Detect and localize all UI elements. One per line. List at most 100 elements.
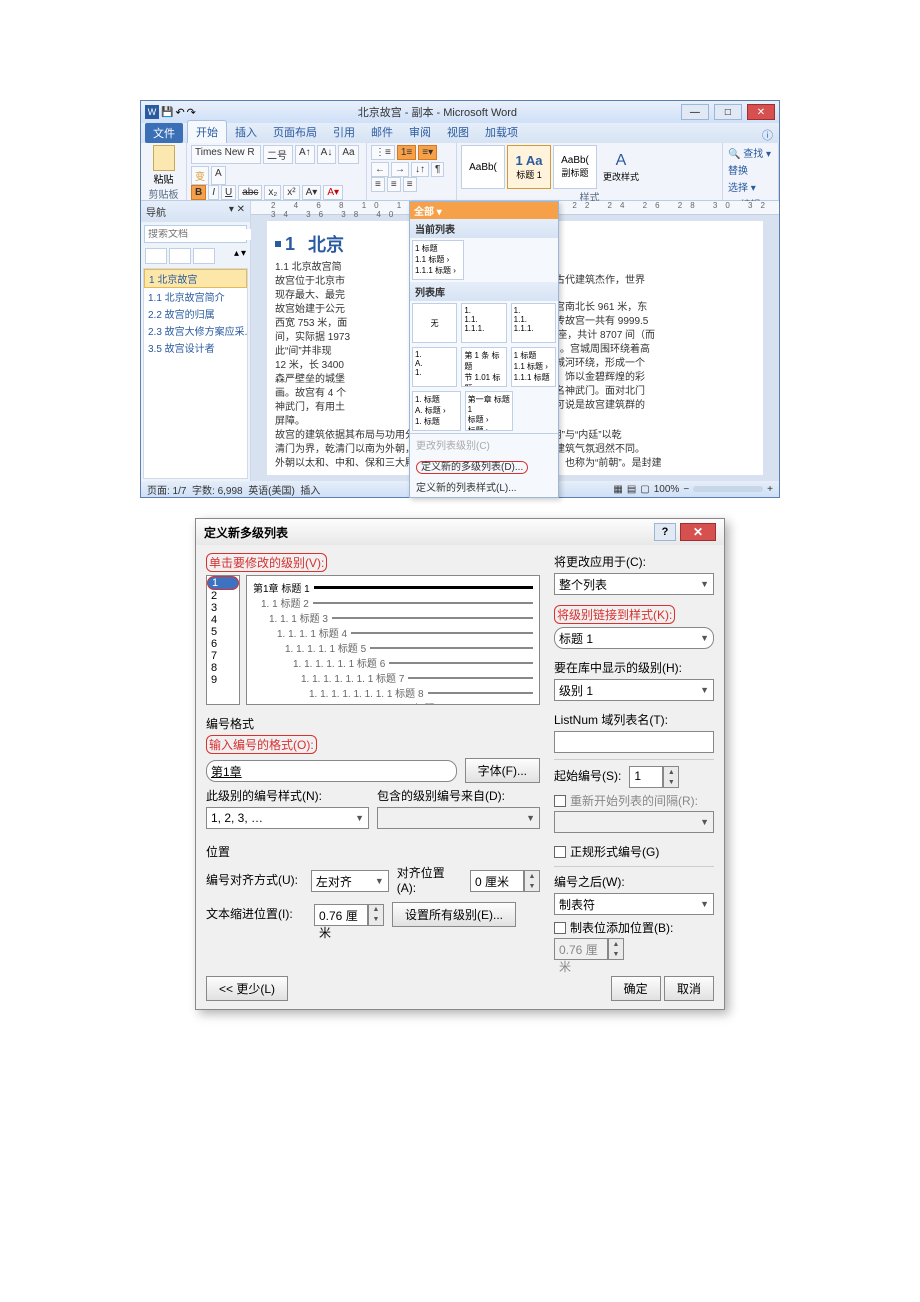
listnum-input[interactable] — [554, 731, 714, 753]
view-web-icon[interactable]: ▢ — [640, 484, 649, 495]
spin-up-icon[interactable]: ▲ — [525, 871, 539, 881]
view-read-icon[interactable]: ▤ — [627, 484, 636, 495]
nav-down-icon[interactable]: ▾ — [241, 248, 246, 264]
underline-button[interactable]: U — [221, 185, 236, 200]
tab-view[interactable]: 视图 — [439, 121, 477, 143]
zoom-slider[interactable] — [693, 486, 763, 492]
spin-down-icon[interactable]: ▼ — [664, 777, 678, 787]
dp-opt7[interactable]: 第一章 标题 1标题 ›标题 › — [465, 391, 514, 431]
dp-none[interactable]: 无 — [412, 303, 457, 343]
highlight-button[interactable]: A▾ — [302, 185, 322, 200]
zoom-value[interactable]: 100% — [654, 484, 680, 495]
dp-opt2[interactable]: 1.1.1.1.1.1. — [511, 303, 556, 343]
set-all-button[interactable]: 设置所有级别(E)... — [392, 902, 516, 927]
tab-home[interactable]: 开始 — [187, 120, 227, 143]
minimize-button[interactable]: — — [681, 104, 709, 120]
maximize-button[interactable]: □ — [714, 104, 742, 120]
tab-spinner[interactable]: 0.76 厘米 ▲▼ — [554, 938, 714, 960]
dp-define-style[interactable]: 定义新的列表样式(L)... — [410, 476, 558, 497]
nav-tab-headings[interactable] — [145, 248, 167, 264]
spin-down-icon[interactable]: ▼ — [525, 881, 539, 891]
font-button[interactable]: 字体(F)... — [465, 758, 540, 783]
nav-item-0[interactable]: 1 北京故宫 — [144, 269, 247, 288]
tab-mailings[interactable]: 邮件 — [363, 121, 401, 143]
include-select[interactable]: ▼ — [377, 807, 540, 829]
dp-opt4[interactable]: 第 1 条 标题节 1.01 标题 ›(a) 标题 › — [461, 347, 506, 387]
nav-item-3[interactable]: 2.3 故宫大修方案应采... — [144, 322, 247, 339]
indent-spinner[interactable]: 0.76 厘米 ▲▼ — [314, 904, 384, 926]
style-normal[interactable]: AaBb( — [461, 145, 505, 189]
multilevel-icon[interactable]: ≡▾ — [418, 145, 437, 160]
ok-button[interactable]: 确定 — [611, 976, 661, 1001]
dialog-close-button[interactable]: ✕ — [680, 523, 716, 541]
level-item-3[interactable]: 3 — [207, 602, 239, 614]
font-name-select[interactable]: Times New R — [191, 145, 261, 164]
dialog-help-button[interactable]: ? — [654, 523, 676, 541]
qat-undo-icon[interactable]: ↶ — [175, 106, 184, 119]
superscript-button[interactable]: x² — [283, 185, 299, 200]
align-select[interactable]: 左对齐▼ — [311, 870, 389, 892]
level-item-6[interactable]: 6 — [207, 638, 239, 650]
level-list[interactable]: 1 2 3 4 5 6 7 8 9 — [206, 575, 240, 705]
dp-opt6[interactable]: 1. 标题A. 标题 ›1. 标题 — [412, 391, 461, 431]
tab-review[interactable]: 审阅 — [401, 121, 439, 143]
grow-font-icon[interactable]: A↑ — [295, 145, 315, 164]
dp-opt1[interactable]: 1.1.1.1.1.1. — [461, 303, 506, 343]
dp-define-new[interactable]: 定义新的多级列表(D)... — [410, 455, 558, 476]
restart-select[interactable]: ▼ — [554, 811, 714, 833]
nav-item-4[interactable]: 3.5 故宫设计者 — [144, 339, 247, 356]
dp-opt3[interactable]: 1.A.1. — [412, 347, 457, 387]
phonetic-icon[interactable]: 变 — [191, 166, 209, 185]
qat-save-icon[interactable]: 💾 — [161, 107, 173, 118]
dp-opt5[interactable]: 1 标题1.1 标题 ›1.1.1 标题 › — [511, 347, 556, 387]
replace-button[interactable]: 替换 — [728, 162, 773, 177]
view-print-icon[interactable]: ▦ — [613, 484, 622, 495]
tab-layout[interactable]: 页面布局 — [265, 121, 325, 143]
start-spinner[interactable]: 1 ▲▼ — [629, 766, 679, 788]
zoom-in-icon[interactable]: + — [767, 484, 773, 495]
bold-button[interactable]: B — [191, 185, 206, 200]
level-item-4[interactable]: 4 — [207, 614, 239, 626]
align-right-icon[interactable]: ≡ — [403, 177, 417, 192]
level-item-9[interactable]: 9 — [207, 674, 239, 686]
select-button[interactable]: 选择 ▾ — [728, 179, 773, 194]
indent-dec-icon[interactable]: ← — [371, 162, 389, 177]
spin-up-icon[interactable]: ▲ — [369, 905, 383, 915]
tab-checkbox[interactable]: 制表位添加位置(B): — [554, 919, 714, 936]
font-size-select[interactable]: 二号 — [263, 145, 293, 164]
spin-down-icon[interactable]: ▼ — [609, 949, 623, 959]
sort-icon[interactable]: ↓↑ — [411, 162, 429, 177]
legal-checkbox[interactable]: 正规形式编号(G) — [554, 843, 714, 860]
less-button[interactable]: << 更少(L) — [206, 976, 288, 1001]
show-select[interactable]: 级别 1▼ — [554, 679, 714, 701]
link-select[interactable]: 标题 1▼ — [554, 627, 714, 649]
numbering-icon[interactable]: 1≡ — [397, 145, 416, 160]
restart-checkbox[interactable]: 重新开始列表的间隔(R): — [554, 792, 714, 809]
show-marks-icon[interactable]: ¶ — [431, 162, 444, 177]
nav-tab-results[interactable] — [193, 248, 215, 264]
indent-inc-icon[interactable]: → — [391, 162, 409, 177]
paste-button[interactable]: 粘贴 — [145, 145, 182, 186]
style-select[interactable]: 1, 2, 3, …▼ — [206, 807, 369, 829]
spin-down-icon[interactable]: ▼ — [369, 915, 383, 925]
style-subtitle[interactable]: AaBb(副标题 — [553, 145, 597, 189]
tab-addins[interactable]: 加载项 — [477, 121, 526, 143]
nav-up-icon[interactable]: ▴ — [234, 248, 239, 264]
style-heading1[interactable]: 1 Aa标题 1 — [507, 145, 551, 189]
spin-up-icon[interactable]: ▲ — [664, 767, 678, 777]
change-styles-button[interactable]: A更改样式 — [599, 145, 643, 189]
nav-search[interactable]: 🔍▾ — [144, 225, 247, 243]
zoom-out-icon[interactable]: − — [683, 484, 689, 495]
shrink-font-icon[interactable]: A↓ — [317, 145, 337, 164]
change-case-icon[interactable]: Aa — [338, 145, 358, 164]
status-mode[interactable]: 插入 — [300, 486, 320, 497]
status-words[interactable]: 字数: 6,998 — [192, 486, 243, 497]
align-left-icon[interactable]: ≡ — [371, 177, 385, 192]
nav-headings-list[interactable]: 1 北京故宫 1.1 北京故宫简介 2.2 故宫的归属 2.3 故宫大修方案应采… — [143, 268, 248, 479]
help-icon[interactable]: ⓘ — [762, 127, 773, 143]
close-button[interactable]: ✕ — [747, 104, 775, 120]
level-item-1[interactable]: 1 — [207, 576, 239, 590]
dp-change-level[interactable]: 更改列表级别(C) — [410, 434, 558, 455]
char-border-icon[interactable]: A — [211, 166, 226, 185]
nav-item-1[interactable]: 1.1 北京故宫简介 — [144, 288, 247, 305]
